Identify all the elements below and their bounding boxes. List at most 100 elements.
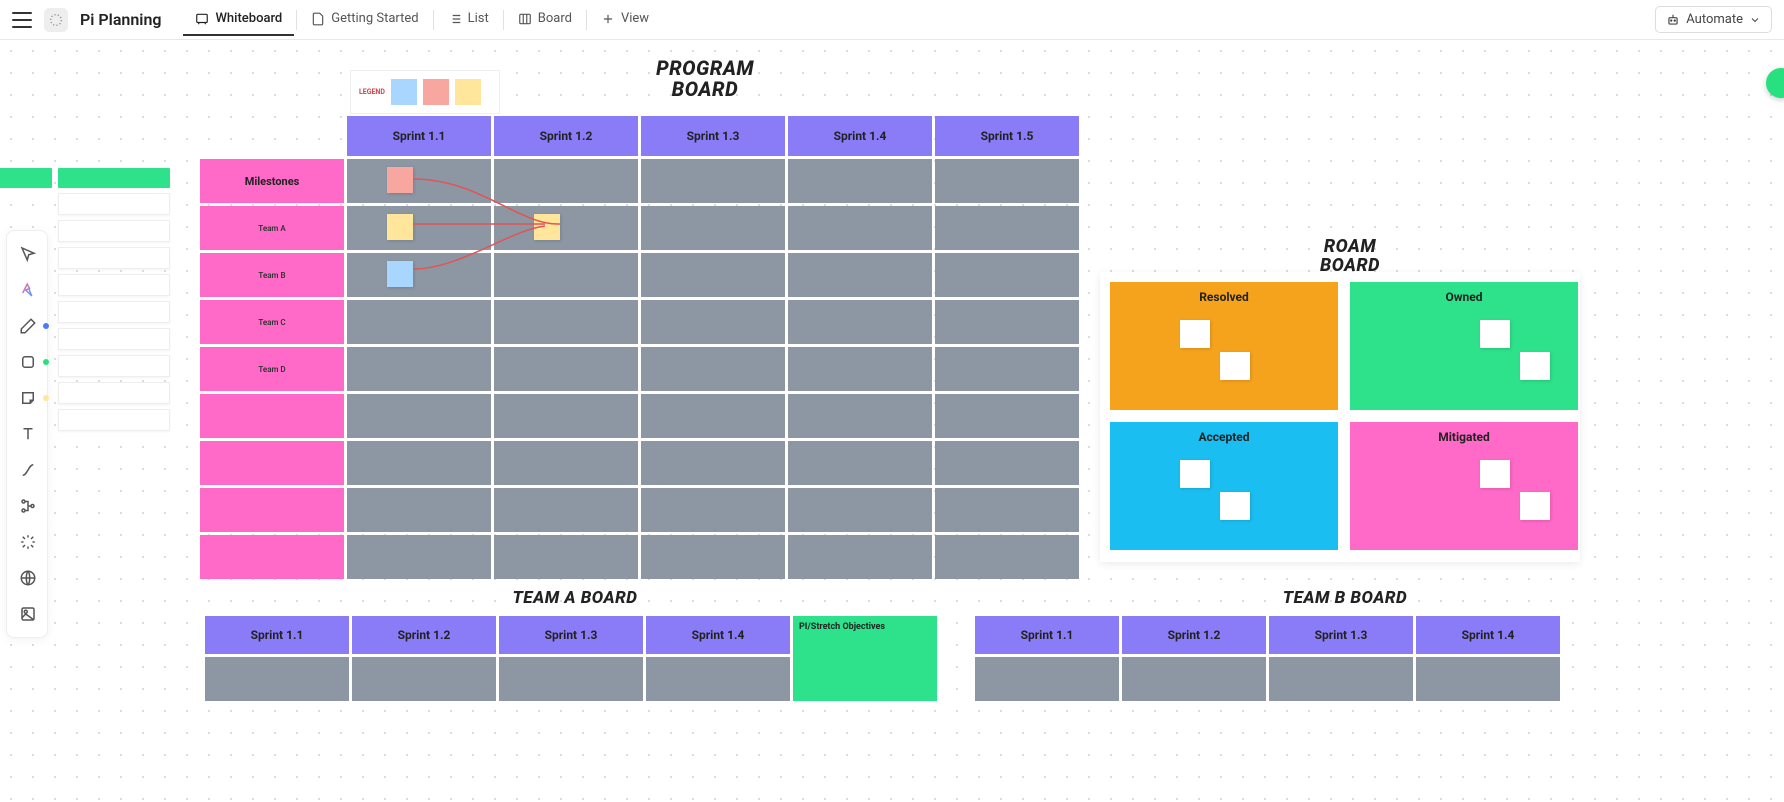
grid-cell[interactable] (347, 206, 491, 250)
menu-icon[interactable] (12, 12, 32, 28)
grid-cell[interactable] (494, 535, 638, 579)
roam-board[interactable]: ResolvedOwnedAcceptedMitigated (1100, 272, 1580, 562)
grid-cell[interactable] (975, 657, 1119, 701)
agenda-item[interactable] (58, 355, 170, 377)
grid-cell[interactable] (494, 206, 638, 250)
grid-cell[interactable] (788, 206, 932, 250)
sprint-header[interactable]: Sprint 1.2 (1122, 616, 1266, 654)
grid-cell[interactable] (641, 394, 785, 438)
sprint-header[interactable]: Sprint 1.1 (205, 616, 349, 654)
grid-cell[interactable] (935, 253, 1079, 297)
pen-tool[interactable] (11, 309, 45, 343)
row-label[interactable]: Milestones (200, 159, 344, 203)
roam-note[interactable] (1480, 320, 1510, 348)
grid-cell[interactable] (1416, 657, 1560, 701)
legend-box[interactable]: LEGEND (350, 70, 500, 114)
cursor-tool[interactable] (11, 237, 45, 271)
row-label[interactable]: Team A (200, 206, 344, 250)
row-label[interactable]: Team D (200, 347, 344, 391)
sprint-header[interactable]: Sprint 1.3 (1269, 616, 1413, 654)
roam-note[interactable] (1520, 492, 1550, 520)
grid-cell[interactable] (641, 159, 785, 203)
grid-cell[interactable] (935, 441, 1079, 485)
magic-tool[interactable] (11, 525, 45, 559)
grid-cell[interactable] (935, 159, 1079, 203)
grid-cell[interactable] (494, 488, 638, 532)
roam-note[interactable] (1220, 352, 1250, 380)
grid-cell[interactable] (935, 206, 1079, 250)
agenda-item[interactable] (58, 382, 170, 404)
agenda-item[interactable] (58, 247, 170, 269)
grid-cell[interactable] (788, 488, 932, 532)
row-label[interactable] (200, 535, 344, 579)
grid-cell[interactable] (494, 394, 638, 438)
image-tool[interactable] (11, 597, 45, 631)
grid-cell[interactable] (788, 300, 932, 344)
sticky-note[interactable] (534, 214, 560, 240)
connector-tool[interactable] (11, 453, 45, 487)
grid-cell[interactable] (641, 253, 785, 297)
grid-cell[interactable] (788, 253, 932, 297)
roam-quadrant[interactable]: Resolved (1110, 282, 1338, 410)
grid-cell[interactable] (935, 394, 1079, 438)
row-label[interactable]: Team B (200, 253, 344, 297)
sprint-header[interactable]: Sprint 1.1 (347, 116, 491, 156)
whiteboard-canvas[interactable]: NDA PROGRAM BOARD LEGEND Sprint 1.1Sprin… (0, 40, 1784, 802)
roam-note[interactable] (1180, 460, 1210, 488)
grid-cell[interactable] (641, 206, 785, 250)
sprint-header[interactable]: Sprint 1.4 (1416, 616, 1560, 654)
grid-cell[interactable] (788, 535, 932, 579)
grid-cell[interactable] (641, 300, 785, 344)
add-view-button[interactable]: View (589, 3, 661, 36)
grid-cell[interactable] (347, 347, 491, 391)
sprint-header[interactable]: Sprint 1.1 (975, 616, 1119, 654)
grid-cell[interactable] (641, 488, 785, 532)
roam-note[interactable] (1520, 352, 1550, 380)
floating-action-button[interactable] (1766, 68, 1784, 98)
grid-cell[interactable] (935, 535, 1079, 579)
ai-tool[interactable] (11, 273, 45, 307)
row-label[interactable] (200, 441, 344, 485)
tab-board[interactable]: Board (506, 3, 584, 36)
sticky-note[interactable] (387, 261, 413, 287)
grid-cell[interactable] (494, 253, 638, 297)
grid-cell[interactable] (205, 657, 349, 701)
grid-cell[interactable] (494, 159, 638, 203)
roam-note[interactable] (1480, 460, 1510, 488)
objectives-cell[interactable]: PI/Stretch Objectives (793, 616, 937, 701)
agenda-item[interactable] (58, 409, 170, 431)
agenda-item[interactable] (58, 328, 170, 350)
grid-cell[interactable] (347, 441, 491, 485)
grid-cell[interactable] (641, 441, 785, 485)
grid-cell[interactable] (494, 300, 638, 344)
sprint-header[interactable]: Sprint 1.3 (499, 616, 643, 654)
grid-cell[interactable] (646, 657, 790, 701)
grid-cell[interactable] (499, 657, 643, 701)
grid-cell[interactable] (347, 535, 491, 579)
sprint-header[interactable]: Sprint 1.4 (788, 116, 932, 156)
row-label[interactable] (200, 394, 344, 438)
grid-cell[interactable] (788, 347, 932, 391)
sticky-tool[interactable] (11, 381, 45, 415)
agenda-item[interactable] (58, 274, 170, 296)
grid-cell[interactable] (1122, 657, 1266, 701)
grid-cell[interactable] (935, 347, 1079, 391)
sprint-header[interactable]: Sprint 1.2 (494, 116, 638, 156)
grid-cell[interactable] (347, 253, 491, 297)
grid-cell[interactable] (641, 535, 785, 579)
grid-cell[interactable] (494, 441, 638, 485)
roam-quadrant[interactable]: Mitigated (1350, 422, 1578, 550)
sprint-header[interactable]: Sprint 1.4 (646, 616, 790, 654)
roam-note[interactable] (1180, 320, 1210, 348)
row-label[interactable]: Team C (200, 300, 344, 344)
org-tool[interactable] (11, 489, 45, 523)
agenda-item[interactable] (58, 193, 170, 215)
grid-cell[interactable] (347, 394, 491, 438)
grid-cell[interactable] (788, 394, 932, 438)
sprint-header[interactable]: Sprint 1.2 (352, 616, 496, 654)
automate-button[interactable]: Automate (1655, 6, 1772, 33)
sprint-header[interactable]: Sprint 1.5 (935, 116, 1079, 156)
grid-cell[interactable] (347, 488, 491, 532)
grid-cell[interactable] (935, 300, 1079, 344)
doc-type-icon[interactable] (44, 8, 68, 32)
